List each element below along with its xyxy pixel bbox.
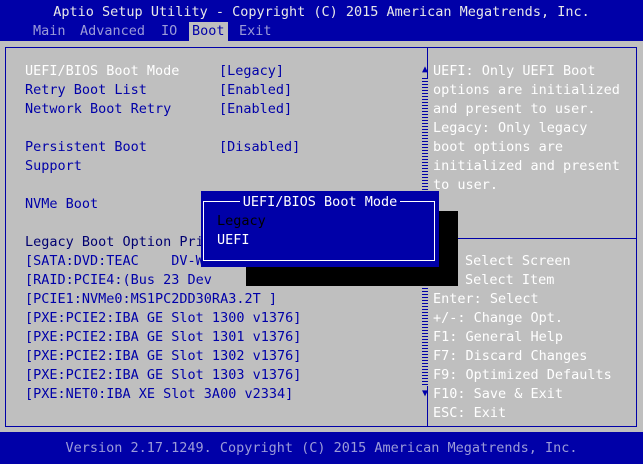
- key-help-change-opt: +/-: Change Opt.: [433, 310, 564, 326]
- boot-option-2[interactable]: [RAID:PCIE4:(Bus 23 Dev: [25, 271, 212, 290]
- help-line-5: boot options are: [433, 139, 564, 155]
- setting-network-retry-label[interactable]: Network Boot Retry: [25, 100, 171, 119]
- title-bar: Aptio Setup Utility - Copyright (C) 2015…: [0, 0, 643, 22]
- menu-io[interactable]: IO: [158, 22, 180, 41]
- setting-network-retry-value[interactable]: [Enabled]: [219, 100, 292, 119]
- help-line-2: options are initialized: [433, 82, 620, 98]
- boot-option-6[interactable]: [PXE:PCIE2:IBA GE Slot 1302 v1376]: [25, 347, 301, 366]
- key-help-defaults: F9: Optimized Defaults: [433, 367, 612, 383]
- legacy-priority-heading: Legacy Boot Option Pri: [25, 234, 204, 250]
- boot-option-3[interactable]: [PCIE1:NVMe0:MS1PC2DD30RA3.2T ]: [25, 290, 277, 309]
- setting-boot-mode-label[interactable]: UEFI/BIOS Boot Mode: [25, 62, 179, 81]
- help-line-1: UEFI: Only UEFI Boot: [433, 63, 596, 79]
- setting-persistent-boot-label-2[interactable]: Support: [25, 157, 82, 176]
- key-help-enter: Enter: Select: [433, 291, 539, 307]
- help-line-4: Legacy: Only legacy: [433, 120, 588, 136]
- setting-persistent-boot-label[interactable]: Persistent Boot: [25, 138, 147, 157]
- setting-persistent-boot-value[interactable]: [Disabled]: [219, 138, 300, 157]
- boot-option-4[interactable]: [PXE:PCIE2:IBA GE Slot 1300 v1376]: [25, 309, 301, 328]
- boot-option-5[interactable]: [PXE:PCIE2:IBA GE Slot 1301 v1376]: [25, 328, 301, 347]
- key-help-save-exit: F10: Save & Exit: [433, 386, 564, 402]
- setting-retry-boot-label[interactable]: Retry Boot List: [25, 81, 147, 100]
- help-panel: UEFI: Only UEFI Boot options are initial…: [428, 47, 637, 427]
- menu-exit[interactable]: Exit: [236, 22, 275, 41]
- setting-boot-mode-value[interactable]: [Legacy]: [219, 62, 284, 81]
- menu-bar: Main Advanced IO Boot Exit: [0, 22, 643, 41]
- help-line-3: and present to user.: [433, 101, 596, 117]
- popup-option-uefi[interactable]: UEFI: [217, 231, 250, 250]
- popup-option-legacy[interactable]: Legacy: [217, 212, 266, 231]
- help-divider: [428, 238, 636, 239]
- setting-nvme-boot-label[interactable]: NVMe Boot: [25, 195, 98, 214]
- footer: Version 2.17.1249. Copyright (C) 2015 Am…: [0, 432, 643, 460]
- menu-boot[interactable]: Boot: [189, 22, 228, 41]
- popup-title-text: UEFI/BIOS Boot Mode: [239, 194, 401, 210]
- key-help-select-item: Select Item: [465, 272, 555, 288]
- setting-retry-boot-value[interactable]: [Enabled]: [219, 81, 292, 100]
- popup-title: UEFI/BIOS Boot Mode: [201, 193, 439, 212]
- boot-mode-popup: UEFI/BIOS Boot Mode Legacy UEFI: [201, 191, 439, 267]
- key-help-discard: F7: Discard Changes: [433, 348, 588, 364]
- menu-advanced[interactable]: Advanced: [77, 22, 148, 41]
- help-line-7: to user.: [433, 177, 499, 193]
- key-help-select-screen: Select Screen: [465, 253, 571, 269]
- boot-option-1[interactable]: [SATA:DVD:TEAC DV-W: [25, 252, 204, 271]
- key-help-general-help: F1: General Help: [433, 329, 564, 345]
- menu-main[interactable]: Main: [30, 22, 69, 41]
- key-help-esc-exit: ESC: Exit: [433, 405, 507, 421]
- help-line-6: initialized and present: [433, 158, 620, 174]
- boot-option-8[interactable]: [PXE:NET0:IBA XE Slot 3A00 v2334]: [25, 385, 293, 404]
- boot-option-7[interactable]: [PXE:PCIE2:IBA GE Slot 1303 v1376]: [25, 366, 301, 385]
